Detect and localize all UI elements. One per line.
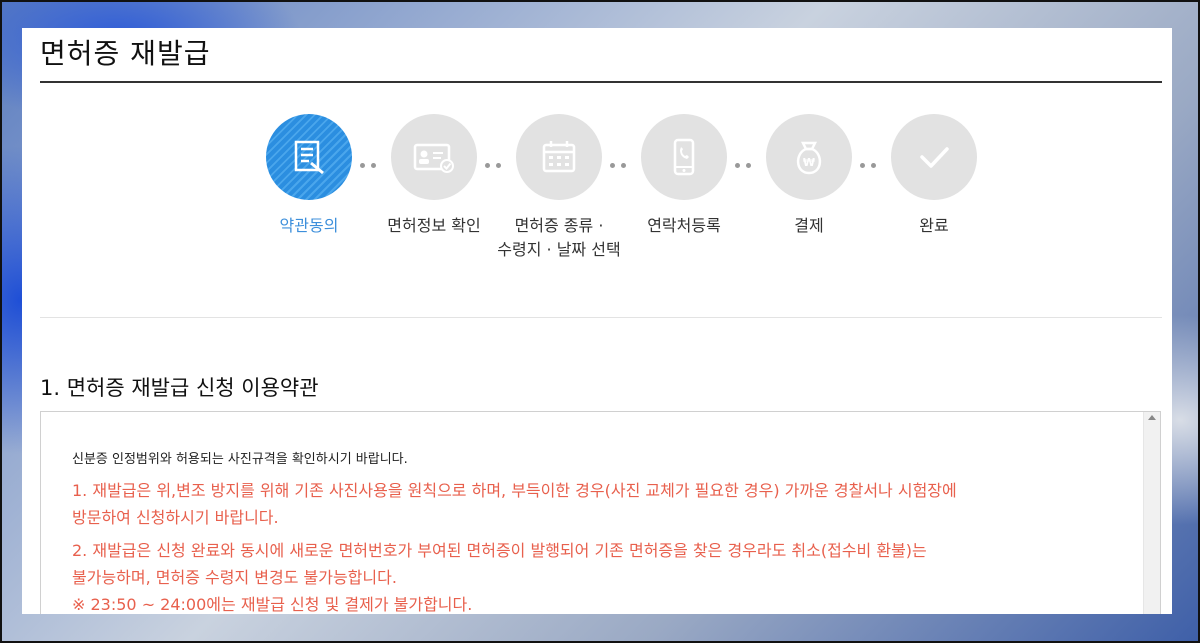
step-license-info: 면허정보 확인 bbox=[369, 114, 499, 238]
step-circle bbox=[641, 114, 727, 200]
step-contact-register: 연락처등록 bbox=[619, 114, 749, 238]
terms-line: 불가능하며, 면허증 수령지 변경도 불가능합니다. bbox=[72, 568, 397, 587]
step-label: 약관동의 bbox=[279, 216, 339, 235]
step-label: 연락처등록 bbox=[647, 216, 721, 235]
terms-scroll-box[interactable]: 신분증 인정범위와 허용되는 사진규격을 확인하시기 바랍니다. 1. 재발급은… bbox=[40, 411, 1161, 614]
money-bag-icon: ₩ bbox=[796, 141, 822, 175]
terms-scrollbar[interactable] bbox=[1143, 412, 1160, 614]
terms-content: 신분증 인정범위와 허용되는 사진규격을 확인하시기 바랍니다. 1. 재발급은… bbox=[72, 448, 1122, 614]
phone-icon bbox=[673, 138, 695, 176]
step-label: 완료 bbox=[919, 216, 949, 235]
progress-stepper: 약관동의 면허정보 확인 면허증 종류 · 수령지 · 날짜 선택 연락처등록 … bbox=[244, 114, 977, 294]
step-license-type-select: 면허증 종류 · 수령지 · 날짜 선택 bbox=[494, 114, 624, 262]
document-edit-icon bbox=[294, 140, 324, 175]
page-title: 면허증 재발급 bbox=[40, 37, 211, 70]
step-circle bbox=[516, 114, 602, 200]
step-terms-agreement: 약관동의 bbox=[244, 114, 374, 238]
terms-line: 2. 재발급은 신청 완료와 동시에 새로운 면허번호가 부여된 면허증이 발행… bbox=[72, 541, 927, 560]
terms-line: ※ 23:50 ~ 24:00에는 재발급 신청 및 결제가 불가합니다. bbox=[72, 595, 473, 614]
step-label: 면허증 종류 · 수령지 · 날짜 선택 bbox=[497, 216, 621, 259]
id-card-check-icon bbox=[413, 143, 454, 173]
section-divider bbox=[40, 317, 1162, 318]
step-circle bbox=[391, 114, 477, 200]
terms-item-2: 2. 재발급은 신청 완료와 동시에 새로운 면허번호가 부여된 면허증이 발행… bbox=[72, 537, 1122, 614]
terms-line: 1. 재발급은 위,변조 방지를 위해 기존 사진사용을 원칙으로 하며, 부득… bbox=[72, 481, 957, 500]
scroll-up-arrow-icon[interactable] bbox=[1148, 415, 1156, 420]
step-circle: ₩ bbox=[766, 114, 852, 200]
step-complete: 완료 bbox=[869, 114, 999, 238]
check-icon bbox=[920, 147, 949, 168]
terms-section-title: 1. 면허증 재발급 신청 이용약관 bbox=[40, 376, 319, 400]
step-label: 면허정보 확인 bbox=[387, 216, 481, 235]
main-panel: 면허증 재발급 약관동의 면허정보 확인 면허증 종류 · 수령지 · 날짜 선… bbox=[22, 28, 1172, 614]
step-circle bbox=[266, 114, 352, 200]
terms-item-1: 1. 재발급은 위,변조 방지를 위해 기존 사진사용을 원칙으로 하며, 부득… bbox=[72, 477, 1122, 531]
calendar-icon bbox=[542, 141, 576, 173]
step-payment: ₩ 결제 bbox=[744, 114, 874, 238]
terms-intro: 신분증 인정범위와 허용되는 사진규격을 확인하시기 바랍니다. bbox=[72, 452, 408, 467]
step-circle bbox=[891, 114, 977, 200]
title-divider bbox=[40, 81, 1162, 83]
terms-line: 방문하여 신청하시기 바랍니다. bbox=[72, 508, 279, 527]
step-label: 결제 bbox=[794, 216, 824, 235]
svg-text:₩: ₩ bbox=[803, 156, 815, 169]
